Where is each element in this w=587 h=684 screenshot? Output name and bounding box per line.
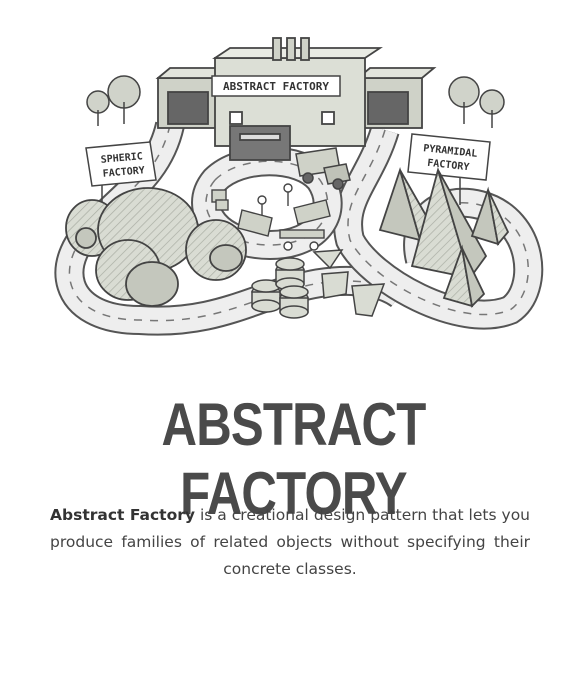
trees-right: [448, 76, 505, 128]
intro-term: Abstract Factory: [50, 505, 195, 524]
page: ABSTRACT FACTORY SPHERIC FACTORY PYRAMID…: [0, 0, 587, 684]
intro-paragraph: Abstract Factory is a creational design …: [50, 502, 530, 583]
trees-left: [86, 75, 141, 126]
factory-sign-text: ABSTRACT FACTORY: [223, 80, 329, 93]
abstract-factory-illustration: ABSTRACT FACTORY SPHERIC FACTORY PYRAMID…: [54, 37, 544, 336]
cylinder-stacks: [251, 257, 309, 319]
